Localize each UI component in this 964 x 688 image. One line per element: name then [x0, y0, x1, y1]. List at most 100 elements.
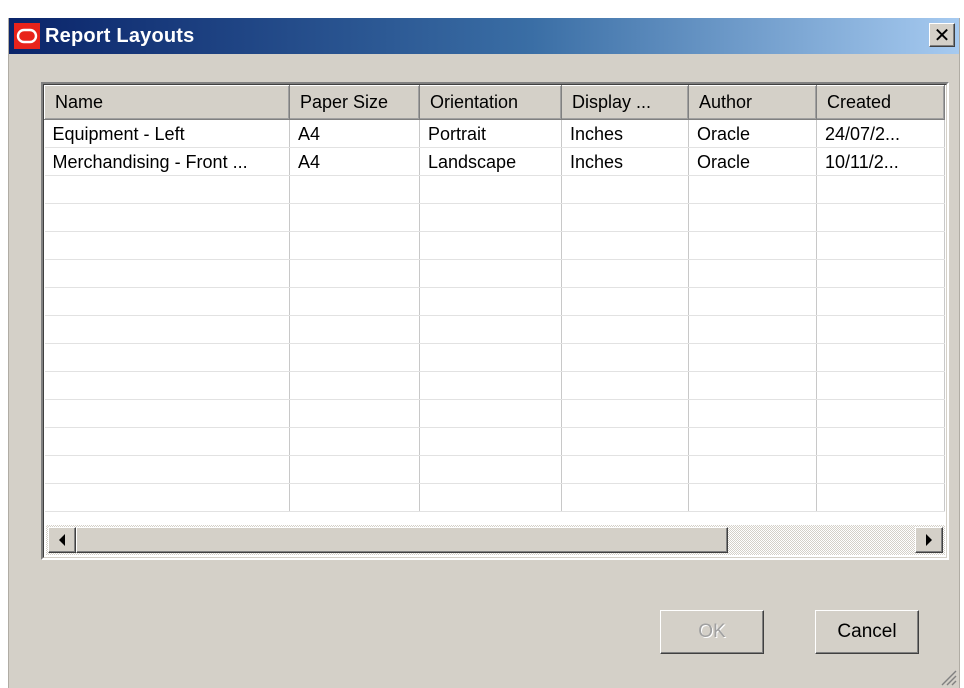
arrow-left-icon [59, 534, 65, 546]
report-layouts-grid: Name Paper Size Orientation Display ... Auth… [41, 82, 949, 560]
horizontal-scrollbar[interactable] [46, 525, 945, 555]
table-cell [816, 231, 945, 260]
table-cell [816, 287, 945, 316]
table-cell [289, 287, 420, 316]
table-cell [289, 203, 420, 232]
table-cell [561, 371, 689, 400]
column-header-author[interactable]: Author [688, 85, 817, 120]
table-cell: Equipment - Left [44, 119, 290, 148]
ok-button[interactable]: OK [660, 610, 764, 654]
table-row[interactable]: Merchandising - Front ... A4 Landscape Inch… [44, 147, 945, 176]
table-cell [816, 371, 945, 400]
title-bar[interactable]: Report Layouts ✕ [9, 18, 959, 54]
table-row[interactable] [44, 399, 945, 428]
table-cell: Portrait [419, 119, 562, 148]
table-row[interactable] [44, 287, 945, 316]
table-cell: Landscape [419, 147, 562, 176]
table-row[interactable] [44, 427, 945, 456]
table-cell [289, 455, 420, 484]
table-row[interactable] [44, 343, 945, 372]
table-cell [44, 427, 290, 456]
table-cell [419, 175, 562, 204]
table-cell [688, 315, 817, 344]
table-cell [419, 315, 562, 344]
table-cell [688, 259, 817, 288]
table-cell [44, 203, 290, 232]
table-cell [419, 427, 562, 456]
table-cell [44, 343, 290, 372]
table-cell [816, 399, 945, 428]
table-cell: Merchandising - Front ... [44, 147, 290, 176]
table-row[interactable] [44, 203, 945, 232]
grid-viewport: Name Paper Size Orientation Display ... Auth… [43, 84, 947, 558]
table-cell: Inches [561, 119, 689, 148]
report-layouts-dialog: Report Layouts ✕ Name Paper Size Orientati… [8, 18, 960, 688]
table-cell [561, 231, 689, 260]
table-row[interactable] [44, 455, 945, 484]
table-cell [561, 399, 689, 428]
table-cell: Inches [561, 147, 689, 176]
table-cell [289, 371, 420, 400]
column-header-created[interactable]: Created [816, 85, 945, 120]
table-cell [561, 343, 689, 372]
table-cell [289, 259, 420, 288]
scroll-right-button[interactable] [915, 527, 943, 553]
table-cell [419, 399, 562, 428]
table-cell [289, 427, 420, 456]
table-cell [289, 231, 420, 260]
table-cell [688, 203, 817, 232]
table-cell: 10/11/2... [816, 147, 945, 176]
table-cell [419, 371, 562, 400]
column-header-orientation[interactable]: Orientation [419, 85, 562, 120]
layouts-table: Name Paper Size Orientation Display ... Auth… [44, 85, 945, 512]
table-cell [44, 259, 290, 288]
table-cell [688, 287, 817, 316]
table-cell [561, 483, 689, 512]
scroll-thumb[interactable] [76, 527, 728, 553]
arrow-right-icon [926, 534, 932, 546]
table-cell [816, 259, 945, 288]
table-cell [688, 231, 817, 260]
resize-grip-icon[interactable] [939, 668, 957, 686]
table-cell [816, 175, 945, 204]
table-row[interactable] [44, 231, 945, 260]
table-cell [688, 483, 817, 512]
table-row[interactable]: Equipment - Left A4 Portrait Inches Oracle 24… [44, 119, 945, 148]
table-row[interactable] [44, 259, 945, 288]
table-cell [561, 259, 689, 288]
column-header-name[interactable]: Name [44, 85, 290, 120]
table-cell [688, 427, 817, 456]
table-cell [44, 231, 290, 260]
table-cell [44, 287, 290, 316]
table-cell [44, 483, 290, 512]
table-cell: A4 [289, 119, 420, 148]
table-cell [688, 175, 817, 204]
table-cell [816, 343, 945, 372]
table-cell [561, 287, 689, 316]
table-row[interactable] [44, 483, 945, 512]
column-header-display[interactable]: Display ... [561, 85, 689, 120]
window-title: Report Layouts [45, 24, 195, 47]
table-cell [816, 483, 945, 512]
table-cell [561, 455, 689, 484]
table-cell [688, 399, 817, 428]
cancel-button[interactable]: Cancel [815, 610, 919, 654]
table-cell [816, 455, 945, 484]
table-cell: Oracle [688, 119, 817, 148]
close-button[interactable]: ✕ [929, 23, 955, 47]
column-header-paper-size[interactable]: Paper Size [289, 85, 420, 120]
table-cell [419, 343, 562, 372]
table-cell [419, 231, 562, 260]
table-cell [419, 287, 562, 316]
table-cell [419, 203, 562, 232]
scroll-left-button[interactable] [48, 527, 76, 553]
table-cell [44, 371, 290, 400]
table-cell [289, 175, 420, 204]
grid-body: Equipment - Left A4 Portrait Inches Oracle 24… [44, 119, 945, 512]
table-row[interactable] [44, 371, 945, 400]
table-row[interactable] [44, 175, 945, 204]
table-row[interactable] [44, 315, 945, 344]
header-row: Name Paper Size Orientation Display ... Auth… [44, 85, 945, 120]
table-cell [561, 427, 689, 456]
table-cell: Oracle [688, 147, 817, 176]
